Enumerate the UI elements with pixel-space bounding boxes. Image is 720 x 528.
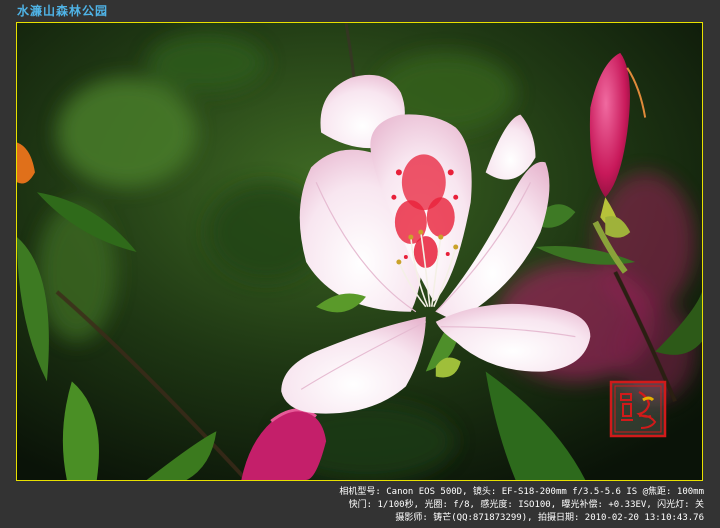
exif-camera-line: 相机型号: Canon EOS 500D, 镜头: EF-S18-200mm f…	[339, 487, 704, 497]
exif-settings-line: 快门: 1/100秒, 光圈: f/8, 感光度: ISO100, 曝光补偿: …	[348, 500, 704, 510]
album-title: 水濂山森林公园	[17, 4, 109, 18]
azalea-illustration	[17, 23, 702, 480]
exif-info: 相机型号: Canon EOS 500D, 镜头: EF-S18-200mm f…	[274, 486, 704, 525]
photographer-seal	[609, 380, 667, 438]
flower-photo	[16, 22, 703, 481]
exif-author-line: 摄影师: 铸芒(QQ:871873299), 拍摄日期: 2010-02-20 …	[395, 513, 704, 523]
